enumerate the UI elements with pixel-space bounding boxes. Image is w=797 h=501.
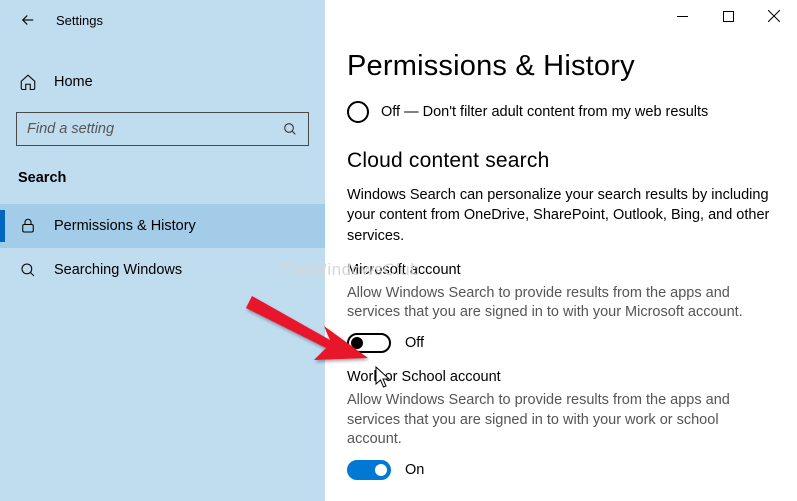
sidebar: Settings Home Search Permissions & Histo…	[0, 0, 325, 501]
main-panel: Permissions & History Off — Don't filter…	[325, 0, 797, 501]
search-nav-icon	[18, 261, 38, 279]
toggle-knob-icon	[351, 337, 363, 349]
maximize-icon	[723, 11, 734, 22]
nav-list: Permissions & History Searching Windows	[0, 204, 325, 292]
cloud-content-search-header: Cloud content search	[347, 149, 775, 173]
safesearch-off-label: Off — Don't filter adult content from my…	[381, 104, 708, 120]
page-title: Permissions & History	[347, 50, 775, 83]
back-button[interactable]	[14, 6, 42, 34]
microsoft-account-toggle[interactable]	[347, 333, 391, 353]
microsoft-account-desc: Allow Windows Search to provide results …	[347, 284, 775, 323]
sidebar-item-label: Searching Windows	[54, 262, 182, 278]
work-account-desc: Allow Windows Search to provide results …	[347, 391, 775, 450]
titlebar-left: Settings	[0, 0, 325, 40]
sidebar-item-label: Permissions & History	[54, 218, 196, 234]
home-nav[interactable]: Home	[0, 64, 325, 100]
microsoft-account-toggle-row: Off	[347, 333, 775, 353]
search-box[interactable]	[16, 112, 309, 146]
app-title: Settings	[56, 13, 103, 28]
minimize-button[interactable]	[659, 0, 705, 32]
search-input[interactable]	[27, 121, 282, 137]
sidebar-section-header: Search	[18, 170, 307, 186]
window-controls	[659, 0, 797, 32]
work-account-toggle-state: On	[405, 462, 424, 478]
home-icon	[18, 73, 38, 91]
safesearch-off-option[interactable]: Off — Don't filter adult content from my…	[347, 101, 775, 123]
work-account-toggle[interactable]	[347, 460, 391, 480]
home-label: Home	[54, 74, 93, 90]
minimize-icon	[677, 11, 688, 22]
sidebar-item-permissions-history[interactable]: Permissions & History	[0, 204, 325, 248]
permissions-icon	[18, 217, 38, 235]
maximize-button[interactable]	[705, 0, 751, 32]
back-arrow-icon	[19, 11, 37, 29]
sidebar-item-searching-windows[interactable]: Searching Windows	[0, 248, 325, 292]
microsoft-account-toggle-state: Off	[405, 335, 424, 351]
work-account-toggle-row: On	[347, 460, 775, 480]
radio-icon	[347, 101, 369, 123]
cloud-content-search-desc: Windows Search can personalize your sear…	[347, 185, 775, 246]
close-icon	[768, 10, 780, 22]
toggle-knob-icon	[375, 464, 387, 476]
search-icon	[282, 121, 298, 137]
work-account-title: Work or School account	[347, 369, 775, 385]
microsoft-account-title: Microsoft account	[347, 262, 775, 278]
close-button[interactable]	[751, 0, 797, 32]
